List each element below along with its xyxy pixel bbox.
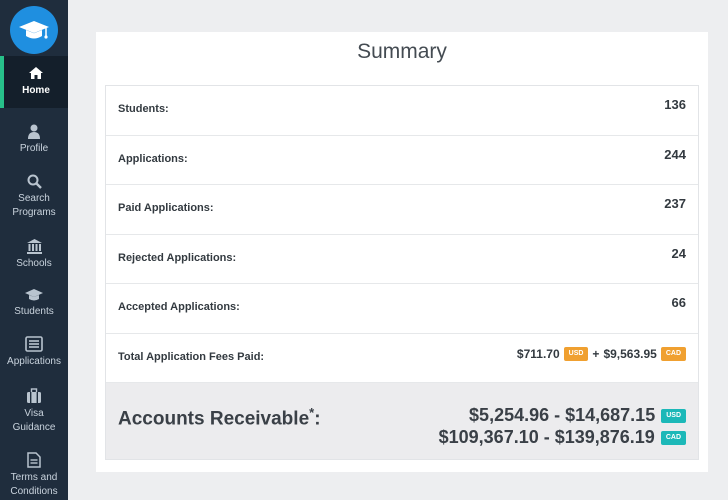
table-row: Rejected Applications: 24	[106, 235, 698, 284]
fees-usd-amount: $711.70	[516, 346, 560, 361]
document-icon	[27, 452, 41, 468]
sidebar-item-label: Search Programs	[12, 193, 56, 218]
cad-badge: CAD	[660, 346, 686, 361]
fees-label: Total Application Fees Paid:	[118, 350, 265, 363]
sidebar-item-label: Terms and Conditions	[10, 472, 58, 497]
table-row: Applications: 244	[106, 136, 698, 185]
search-icon	[27, 174, 42, 189]
row-value: 66	[671, 295, 686, 310]
summary-card: Summary Students: 136 Applications: 244 …	[96, 32, 708, 472]
sidebar: Home Profile Search Programs Schools Stu…	[0, 0, 68, 500]
home-icon	[29, 67, 43, 79]
fees-row: Total Application Fees Paid: $711.70 USD…	[106, 334, 698, 383]
sidebar-item-applications[interactable]: Applications	[0, 336, 68, 369]
page-title: Summary	[357, 40, 447, 63]
app-logo[interactable]	[10, 6, 58, 54]
row-label: Applications:	[118, 152, 188, 165]
ar-label-text: Accounts Receivable	[118, 408, 310, 430]
sidebar-item-label: Schools	[16, 258, 52, 269]
fees-cad-amount: $9,563.95	[603, 346, 657, 361]
sidebar-item-terms-and-conditions[interactable]: Terms and Conditions	[0, 452, 68, 499]
sidebar-item-search-programs[interactable]: Search Programs	[0, 174, 68, 220]
school-icon	[26, 239, 42, 254]
user-icon	[28, 124, 40, 139]
sidebar-item-home[interactable]: Home	[0, 56, 68, 108]
row-label: Paid Applications:	[118, 202, 214, 214]
sidebar-item-label: Visa Guidance	[12, 408, 56, 433]
sidebar-item-schools[interactable]: Schools	[0, 238, 68, 271]
ar-cad-line: $109,367.10 - $139,876.19 CAD	[439, 427, 686, 448]
row-value: 24	[671, 245, 686, 261]
accounts-receivable-label: Accounts Receivable*:	[118, 405, 321, 430]
suitcase-icon	[27, 388, 41, 403]
sidebar-item-label: Applications	[7, 356, 61, 367]
row-label: Students:	[118, 103, 169, 115]
table-row: Paid Applications: 237	[106, 185, 698, 235]
plus-sign: +	[592, 346, 600, 361]
graduation-cap-icon	[25, 289, 43, 301]
row-label: Accepted Applications:	[118, 301, 240, 313]
graduation-cap-logo-icon	[19, 21, 49, 39]
summary-table: Students: 136 Applications: 244 Paid App…	[105, 85, 699, 460]
cad-badge: CAD	[660, 430, 686, 445]
sidebar-item-students[interactable]: Students	[0, 288, 68, 319]
accounts-receivable-row: Accounts Receivable*: $5,254.96 - $14,68…	[106, 383, 698, 459]
sidebar-item-label: Profile	[19, 143, 49, 154]
list-icon	[25, 336, 43, 352]
sidebar-item-label: Home	[22, 85, 50, 96]
table-row: Accepted Applications: 66	[106, 284, 698, 334]
row-value: 237	[664, 196, 686, 211]
usd-badge: USD	[563, 346, 589, 361]
ar-usd-line: $5,254.96 - $14,687.15 USD	[469, 405, 686, 426]
table-row: Students: 136	[106, 86, 698, 136]
row-value: 136	[664, 97, 686, 112]
row-label: Rejected Applications:	[118, 251, 237, 264]
sidebar-item-label: Students	[14, 306, 54, 317]
fees-values: $711.70 USD + $9,563.95 CAD	[516, 346, 686, 361]
usd-badge: USD	[661, 408, 686, 423]
sidebar-item-profile[interactable]: Profile	[0, 124, 68, 156]
row-value: 244	[664, 146, 686, 162]
sidebar-item-visa-guidance[interactable]: Visa Guidance	[0, 388, 68, 435]
ar-usd-range: $5,254.96 - $14,687.15	[469, 405, 656, 425]
ar-cad-range: $109,367.10 - $139,876.19	[438, 427, 655, 447]
ar-label-colon: :	[314, 408, 321, 430]
